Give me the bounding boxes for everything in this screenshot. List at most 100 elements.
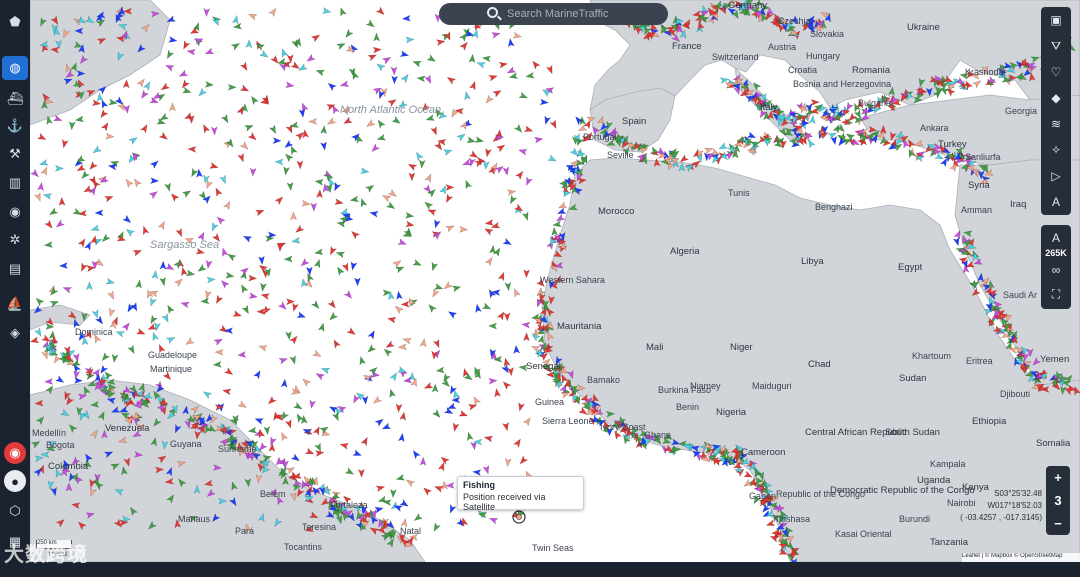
- map-label-teresina: Teresina: [302, 522, 336, 532]
- map-label-cameroon: Cameroon: [741, 447, 785, 458]
- building-icon[interactable]: ▥: [2, 171, 28, 195]
- map-icon[interactable]: ▣: [1041, 7, 1071, 33]
- alert-icon[interactable]: ◉: [4, 442, 26, 464]
- user-icon[interactable]: ●: [4, 470, 26, 492]
- map-label-senegal: Senegal: [526, 361, 561, 372]
- map-label-belem: Belém: [260, 489, 286, 499]
- zoom-in-button[interactable]: +: [1046, 466, 1070, 489]
- logo-icon[interactable]: ⬟: [2, 10, 28, 34]
- map-label-tanzania: Tanzania: [930, 537, 969, 548]
- map-label-krasnodar: Krasnodar: [965, 67, 1007, 77]
- infinity-icon[interactable]: ∞: [1041, 258, 1071, 282]
- selected-vessel-dot[interactable]: [516, 514, 522, 520]
- favorites-icon[interactable]: ♡: [1041, 59, 1071, 85]
- weather-icon[interactable]: ≋: [1041, 111, 1071, 137]
- map-label-maiduguri: Maiduguri: [752, 381, 792, 391]
- filter-icon[interactable]: ⛛: [1041, 33, 1071, 59]
- left-sidebar: ⬟ ◍ ⛴ ⚓ ⚒ ▥ ◉ ✲ ▤ ⛵ ◈ ◉ ● ⬡ ▦: [0, 0, 30, 577]
- map-label-bulgaria: Bulgaria: [858, 98, 891, 108]
- map-label-libya: Libya: [801, 256, 824, 267]
- steering-icon[interactable]: ✲: [2, 228, 28, 252]
- map-label-guinea: Guinea: [535, 397, 564, 407]
- map-label-morocco: Morocco: [598, 206, 634, 217]
- map-label-niger: Niger: [730, 342, 753, 353]
- playback-icon[interactable]: ▷: [1041, 163, 1071, 189]
- map-label-guadeloupe: Guadeloupe: [148, 350, 197, 360]
- map-label-hungary: Hungary: [806, 51, 841, 61]
- globe-icon[interactable]: ◍: [2, 56, 28, 80]
- coord-decimal: ( -03.4257 , -017.3145): [960, 513, 1042, 522]
- map-label-croatia: Croatia: [788, 65, 817, 75]
- tag-icon[interactable]: ⬡: [2, 499, 28, 523]
- vessel-count: 265K: [1045, 248, 1067, 258]
- map-label-chad: Chad: [808, 359, 831, 370]
- dashboard-icon[interactable]: ▤: [2, 257, 28, 281]
- anchor-icon[interactable]: ⚓: [2, 114, 28, 138]
- bottom-bar: [30, 562, 1080, 577]
- coord-lat: S03°25'32.48: [994, 489, 1042, 498]
- map-label-egypt: Egypt: [898, 262, 923, 273]
- ship-icon[interactable]: ⛴: [2, 87, 28, 111]
- map-label-turkey: Turkey: [938, 139, 967, 150]
- crane-icon[interactable]: ⚒: [2, 142, 28, 166]
- map-label-spain: Spain: [622, 116, 646, 127]
- map-label-martinique: Martinique: [150, 364, 192, 374]
- map-label-yemen: Yemen: [1040, 354, 1069, 365]
- map-label-colombia: Colombia: [48, 461, 89, 472]
- map-label-sudan: Sudan: [899, 373, 926, 384]
- vessel-tooltip-subtitle: Position received via Satellite: [463, 492, 546, 512]
- map-label-mali: Mali: [646, 342, 663, 353]
- map-label-austria: Austria: [768, 42, 796, 52]
- map-label-ocean: North Atlantic Ocean: [340, 104, 441, 116]
- search-icon: [487, 7, 498, 18]
- search-placeholder[interactable]: Search MarineTraffic: [507, 8, 608, 20]
- map-label-kinshasa: Kinshasa: [773, 514, 810, 524]
- map-attribution[interactable]: Leaflet | © Mapbox © OpenStreetMap: [962, 553, 1080, 562]
- map-tools-panel: ▣ ⛛ ♡ ◆ ≋ ✧ ▷ A: [1041, 7, 1071, 215]
- map-label-portugal: Portugal: [583, 132, 617, 142]
- map-label-venezuela: Venezuela: [105, 423, 150, 434]
- map-label-nigeria: Nigeria: [716, 407, 747, 418]
- fleet-icon[interactable]: ⛵: [2, 292, 28, 316]
- map-label-suriname: Suriname: [218, 444, 257, 454]
- measure-icon[interactable]: ✧: [1041, 137, 1071, 163]
- zoom-level: 3: [1054, 493, 1062, 508]
- signal-icon[interactable]: ◉: [2, 200, 28, 224]
- map-label-sierraleone: Sierra Leone: [542, 416, 594, 426]
- map-label-iraq: Iraq: [1010, 199, 1026, 210]
- map-label-kampala: Kampala: [930, 459, 966, 469]
- map-label-saudi: Saudi Ar: [1003, 290, 1037, 300]
- map-label-switzerland: Switzerland: [712, 52, 759, 62]
- map-label-ivorycoast: Ivory Coast: [600, 422, 646, 432]
- map-label-ankara: Ankara: [920, 123, 949, 133]
- map-label-dominica: Dominica: [75, 327, 113, 337]
- map-label-khartoum: Khartoum: [912, 351, 951, 361]
- layers-icon[interactable]: ◆: [1041, 85, 1071, 111]
- vessel-count-icon[interactable]: A: [1041, 228, 1071, 248]
- vessel-tooltip-title: Fishing: [463, 480, 495, 490]
- map-label-manaus: Manaus: [178, 514, 211, 524]
- map-label-france: France: [672, 41, 702, 52]
- map-label-tocantins: Tocantins: [284, 542, 323, 552]
- labels-icon[interactable]: A: [1041, 189, 1071, 215]
- map-label-gabon: Gabon: [749, 491, 776, 501]
- watermark-logo: 大数跨境: [4, 544, 88, 566]
- map-label-seville: Seville: [607, 150, 634, 160]
- map-label-southsudan: South Sudan: [885, 427, 940, 438]
- zoom-out-button[interactable]: −: [1046, 512, 1070, 535]
- map-label-niamey: Niamey: [690, 381, 721, 391]
- vessel-count-panel: A 265K ∞ ⛶: [1041, 225, 1071, 309]
- cube-icon[interactable]: ◈: [2, 321, 28, 345]
- map-label-romania: Romania: [852, 65, 891, 76]
- search-bar[interactable]: Search MarineTraffic: [439, 3, 668, 25]
- fullscreen-icon[interactable]: ⛶: [1041, 282, 1071, 306]
- map-label-natal: Natal: [400, 526, 421, 536]
- map-label-twinseas: Twin Seas: [532, 543, 574, 553]
- map-label-sanliurfa: Sanliurfa: [965, 152, 1001, 162]
- map-label-georgia: Georgia: [1005, 106, 1037, 116]
- map-label-eritrea: Eritrea: [966, 356, 993, 366]
- map-label-somalia: Somalia: [1036, 438, 1071, 449]
- map-label-amman: Amman: [961, 205, 992, 215]
- map-label-syria: Syria: [968, 180, 990, 191]
- map-label-tunis: Tunis: [728, 188, 750, 198]
